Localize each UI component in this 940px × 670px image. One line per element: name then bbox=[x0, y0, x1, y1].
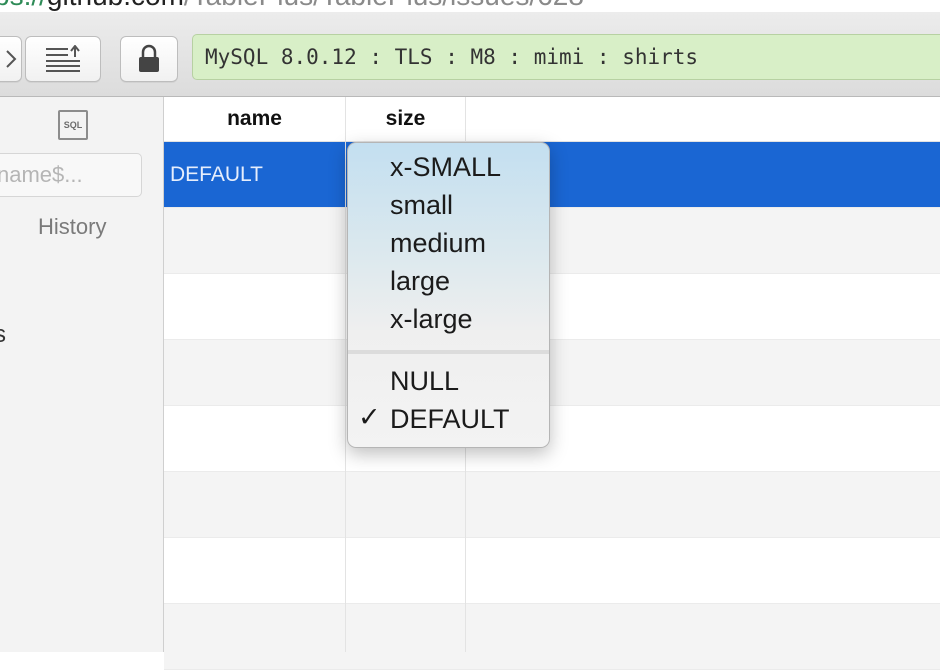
checkmark-icon: ✓ bbox=[358, 402, 381, 432]
cell-name[interactable] bbox=[164, 340, 344, 405]
table-row[interactable]: DEFAULT bbox=[164, 142, 940, 208]
cell-name[interactable] bbox=[164, 472, 344, 537]
menu-item-medium[interactable]: medium bbox=[390, 228, 486, 259]
menu-item-x-large[interactable]: x-large bbox=[390, 304, 473, 335]
menu-item-small[interactable]: small bbox=[390, 190, 453, 221]
column-divider[interactable] bbox=[345, 97, 346, 652]
sidebar: SQL History s bbox=[0, 97, 164, 652]
url-path: /TablePlus/TablePlus/issues/628 bbox=[184, 0, 584, 11]
data-table: name size DEFAULT bbox=[164, 97, 940, 670]
column-header-name[interactable]: name bbox=[164, 97, 345, 141]
table-row[interactable] bbox=[164, 406, 940, 472]
table-header-row: name size bbox=[164, 97, 940, 142]
menu-item-large[interactable]: large bbox=[390, 266, 450, 297]
sidebar-history-tab[interactable]: History bbox=[38, 214, 106, 240]
cell-name[interactable] bbox=[164, 604, 344, 669]
table-row[interactable] bbox=[164, 472, 940, 538]
table-row[interactable] bbox=[164, 274, 940, 340]
menu-item-default[interactable]: DEFAULT bbox=[390, 404, 510, 435]
url-scheme: ps:// bbox=[0, 0, 47, 11]
table-row[interactable] bbox=[164, 340, 940, 406]
menu-item-null[interactable]: NULL bbox=[390, 366, 459, 397]
text-align-up-icon bbox=[46, 45, 80, 72]
address-bar-strip: ps://github.com/TablePlus/TablePlus/issu… bbox=[0, 0, 940, 12]
size-enum-dropdown-menu: x-SMALL small medium large x-large NULL … bbox=[347, 142, 550, 448]
cell-name[interactable] bbox=[164, 538, 344, 603]
table-row[interactable] bbox=[164, 208, 940, 274]
sql-query-icon[interactable]: SQL bbox=[58, 110, 88, 140]
cell-name[interactable] bbox=[164, 406, 344, 471]
url-text: ps://github.com/TablePlus/TablePlus/issu… bbox=[0, 0, 584, 12]
url-host: github.com bbox=[47, 0, 184, 11]
lock-icon bbox=[139, 44, 159, 72]
table-body: DEFAULT bbox=[164, 142, 940, 670]
chevron-right-icon bbox=[6, 50, 17, 68]
menu-separator bbox=[348, 350, 549, 354]
sidebar-item-partial[interactable]: s bbox=[0, 321, 6, 349]
menu-item-x-small[interactable]: x-SMALL bbox=[390, 152, 501, 183]
column-header-size[interactable]: size bbox=[346, 97, 465, 141]
toolbar: MySQL 8.0.12 : TLS : M8 : mimi : shirts bbox=[0, 12, 940, 97]
table-row[interactable] bbox=[164, 604, 940, 670]
commit-changes-button[interactable] bbox=[25, 36, 101, 82]
connection-status-field[interactable]: MySQL 8.0.12 : TLS : M8 : mimi : shirts bbox=[192, 34, 940, 80]
cell-name[interactable]: DEFAULT bbox=[164, 142, 344, 207]
sidebar-filter-input[interactable] bbox=[0, 153, 142, 197]
table-row[interactable] bbox=[164, 538, 940, 604]
cell-name[interactable] bbox=[164, 208, 344, 273]
cell-name[interactable] bbox=[164, 274, 344, 339]
lock-button[interactable] bbox=[120, 36, 178, 82]
forward-button[interactable] bbox=[0, 36, 22, 82]
